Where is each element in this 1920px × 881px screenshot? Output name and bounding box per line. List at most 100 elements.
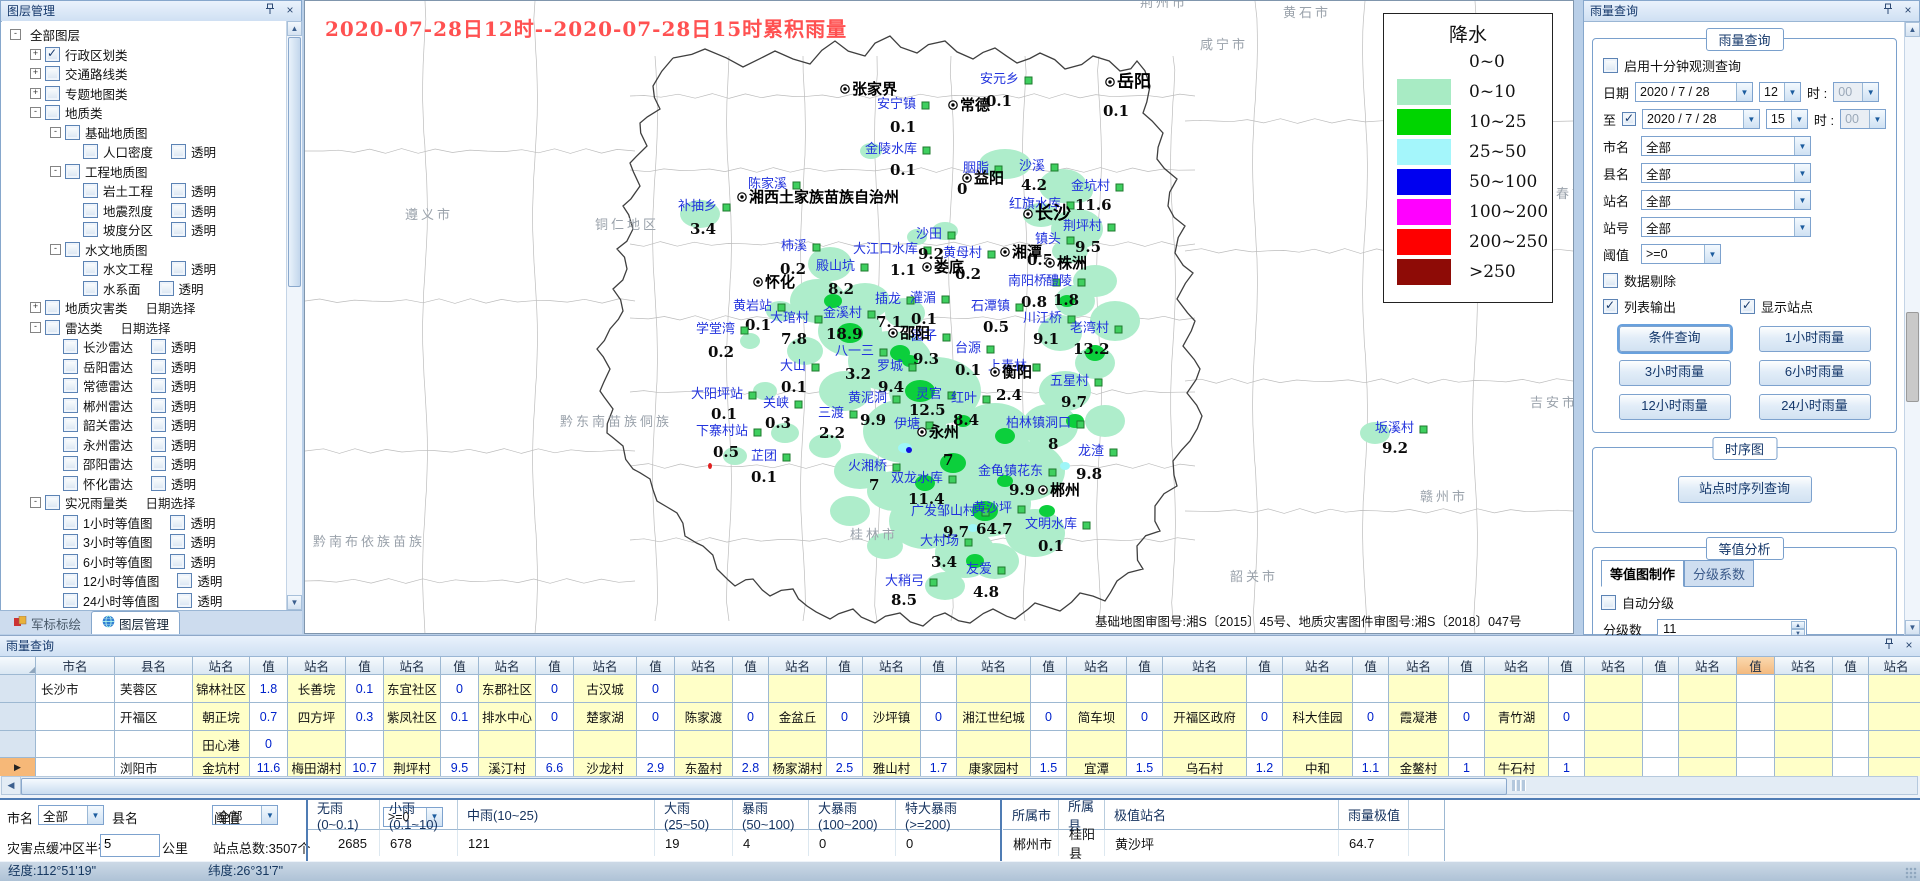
transparent-checkbox[interactable] <box>151 456 166 471</box>
col-header-value[interactable]: 值 <box>250 657 288 675</box>
col-header-station[interactable]: 站名 <box>193 657 250 675</box>
map-panel[interactable]: 遵义市铜仁地区黔南布依族苗族黔东南苗族侗族桂林市韶关市赣州市吉安市宜春市九江市咸… <box>304 0 1574 634</box>
date-from-picker[interactable]: 2020 / 7 / 28▼ <box>1635 82 1753 102</box>
date-select-label[interactable]: 日期选择 <box>146 493 196 512</box>
col-header-value[interactable]: 值 <box>346 657 384 675</box>
station-marker[interactable] <box>998 567 1005 574</box>
col-header-station[interactable]: 站名 <box>1775 657 1833 675</box>
col-header-value[interactable]: 值 <box>921 657 957 675</box>
col-header-station[interactable]: 站名 <box>288 657 346 675</box>
station-marker[interactable] <box>965 539 972 546</box>
expand-icon[interactable]: - <box>50 127 61 138</box>
station-marker[interactable] <box>1108 224 1115 231</box>
qs-city-select[interactable]: 全部▼ <box>38 805 104 825</box>
station-marker[interactable] <box>1025 77 1032 84</box>
layer-checkbox[interactable] <box>45 86 60 101</box>
button-条件查询[interactable]: 条件查询 <box>1619 326 1731 352</box>
station-marker[interactable] <box>1116 184 1123 191</box>
pin-icon[interactable] <box>1881 3 1895 18</box>
col-header-station[interactable]: 站名 <box>1389 657 1449 675</box>
col-header-value[interactable]: 值 <box>1549 657 1585 675</box>
station-marker[interactable] <box>813 244 820 251</box>
minute-to-select[interactable]: 00▼ <box>1840 109 1886 129</box>
col-header-value[interactable]: 值 <box>1449 657 1485 675</box>
date-select-label[interactable]: 日期选择 <box>146 298 196 317</box>
col-header-station[interactable]: 站名 <box>1163 657 1247 675</box>
station-select[interactable]: 全部▼ <box>1641 190 1811 210</box>
col-header-value[interactable]: 值 <box>1031 657 1067 675</box>
scroll-up-icon[interactable]: ▲ <box>1905 22 1920 37</box>
buffer-input[interactable]: 5 <box>100 834 160 857</box>
row-selector[interactable] <box>0 675 36 703</box>
threshold-select[interactable]: >=0▼ <box>1641 244 1721 264</box>
scroll-down-icon[interactable]: ▼ <box>287 595 302 610</box>
hscroll-thumb[interactable] <box>21 778 1507 795</box>
row-selector[interactable] <box>0 731 36 758</box>
layer-checkbox[interactable] <box>63 593 78 608</box>
col-header-value[interactable]: 值 <box>441 657 479 675</box>
scroll-left-icon[interactable]: ◀ <box>2 777 21 794</box>
pin-icon[interactable] <box>1882 638 1896 653</box>
layer-checkbox[interactable] <box>63 456 78 471</box>
col-header-station[interactable]: 站名 <box>384 657 441 675</box>
col-header-station[interactable]: 站名 <box>1585 657 1643 675</box>
station-marker[interactable] <box>880 349 887 356</box>
layer-checkbox[interactable] <box>83 144 98 159</box>
col-header-station[interactable]: 站名 <box>479 657 536 675</box>
to-checkbox[interactable] <box>1622 112 1636 126</box>
station-marker[interactable] <box>793 182 800 189</box>
layer-checkbox[interactable] <box>63 534 78 549</box>
layer-checkbox[interactable] <box>45 300 60 315</box>
right-panel-scrollbar[interactable]: ▲ ▼ <box>1904 22 1920 635</box>
layer-checkbox[interactable] <box>63 554 78 569</box>
station-marker[interactable] <box>1095 379 1102 386</box>
tab-军标标绘[interactable]: 军标标绘 <box>4 612 91 634</box>
station-marker[interactable] <box>1049 469 1056 476</box>
transparent-checkbox[interactable] <box>170 534 185 549</box>
transparent-checkbox[interactable] <box>151 378 166 393</box>
layer-checkbox[interactable] <box>63 398 78 413</box>
close-icon[interactable]: × <box>283 3 297 18</box>
col-header-county[interactable]: 县名 <box>115 657 193 675</box>
layer-checkbox[interactable] <box>63 573 78 588</box>
station-marker[interactable] <box>987 346 994 353</box>
col-header-station[interactable]: 站名 <box>574 657 637 675</box>
row-selector[interactable]: ▶ <box>0 758 36 776</box>
station-marker[interactable] <box>922 102 929 109</box>
city-select[interactable]: 全部▼ <box>1641 136 1811 156</box>
transparent-checkbox[interactable] <box>171 261 186 276</box>
button-3小时雨量[interactable]: 3小时雨量 <box>1619 360 1731 386</box>
expand-icon[interactable]: - <box>50 166 61 177</box>
station-marker[interactable] <box>1115 326 1122 333</box>
expand-icon[interactable]: - <box>30 322 41 333</box>
button-12小时雨量[interactable]: 12小时雨量 <box>1619 394 1731 420</box>
station-marker[interactable] <box>741 327 748 334</box>
scroll-up-icon[interactable]: ▲ <box>287 21 302 36</box>
layer-checkbox[interactable] <box>65 242 80 257</box>
expand-icon[interactable]: + <box>30 302 41 313</box>
station-marker[interactable] <box>1110 449 1117 456</box>
tab-grade-coeff[interactable]: 分级系数 <box>1684 560 1754 587</box>
col-header-value[interactable]: 值 <box>1353 657 1389 675</box>
station-marker[interactable] <box>949 476 956 483</box>
expand-icon[interactable]: - <box>30 107 41 118</box>
station-marker[interactable] <box>948 232 955 239</box>
transparent-checkbox[interactable] <box>171 203 186 218</box>
col-header-value[interactable]: 值 <box>1833 657 1869 675</box>
station-marker[interactable] <box>1078 279 1085 286</box>
layer-checkbox[interactable] <box>83 183 98 198</box>
layer-checkbox[interactable] <box>63 417 78 432</box>
date-select-label[interactable]: 日期选择 <box>121 318 171 337</box>
layer-checkbox[interactable] <box>63 378 78 393</box>
col-header-value[interactable]: 值 <box>1247 657 1283 675</box>
county-select[interactable]: 全部▼ <box>1641 163 1811 183</box>
col-header-value[interactable]: 值 <box>637 657 675 675</box>
transparent-checkbox[interactable] <box>171 222 186 237</box>
minute-from-select[interactable]: 00▼ <box>1833 82 1879 102</box>
close-icon[interactable]: × <box>1902 638 1916 653</box>
layer-checkbox[interactable] <box>65 164 80 179</box>
station-marker[interactable] <box>923 147 930 154</box>
ten-minute-checkbox[interactable] <box>1603 58 1618 73</box>
scroll-down-icon[interactable]: ▼ <box>1905 620 1920 635</box>
station-marker[interactable] <box>983 396 990 403</box>
